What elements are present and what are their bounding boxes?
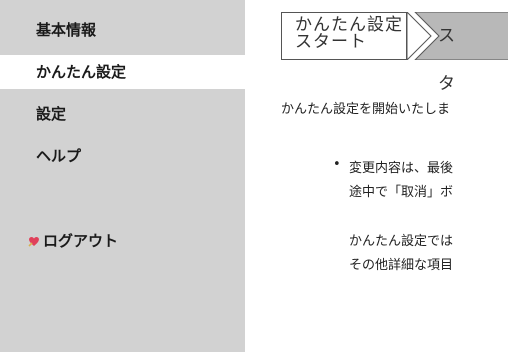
step-arrow-icon: [407, 12, 508, 60]
step-current: かんたん設定 スタート: [281, 12, 407, 60]
sidebar-item-label: かんたん設定: [36, 63, 127, 81]
logout-label: ログアウト: [43, 232, 119, 250]
intro-text: かんたん設定を開始いたしま: [281, 102, 451, 117]
sidebar: 基本情報 かんたん設定 設定 ヘルプ ログアウト: [0, 0, 245, 352]
para-line1: かんたん設定では: [349, 234, 454, 249]
sidebar-item-label: ヘルプ: [36, 147, 82, 165]
sidebar-item-label: 設定: [36, 105, 67, 123]
logout-heart-icon: [28, 236, 39, 247]
para-line2: その他詳細な項目: [349, 258, 454, 273]
bullet-line2: 途中で「取消」ボ: [349, 185, 454, 200]
main-content: かんたん設定 スタート スタ かんたん設定を開始いたしま • 変更内容は、最後 …: [245, 0, 508, 352]
info-paragraph: かんたん設定では その他詳細な項目: [349, 230, 453, 278]
sidebar-item-easy-setup[interactable]: かんたん設定: [0, 55, 245, 89]
sidebar-item-help[interactable]: ヘルプ: [0, 139, 245, 173]
logout-link[interactable]: ログアウト: [0, 224, 245, 258]
bullet-list: • 変更内容は、最後 途中で「取消」ボ: [333, 157, 454, 205]
sidebar-item-settings[interactable]: 設定: [0, 97, 245, 131]
step-next: スタ: [438, 26, 455, 94]
step-current-line2: スタート: [295, 32, 367, 52]
sidebar-item-label: 基本情報: [36, 21, 97, 39]
bullet-line1: 変更内容は、最後: [349, 161, 454, 176]
bullet-marker: •: [333, 157, 341, 172]
sidebar-item-basic-info[interactable]: 基本情報: [0, 13, 245, 47]
